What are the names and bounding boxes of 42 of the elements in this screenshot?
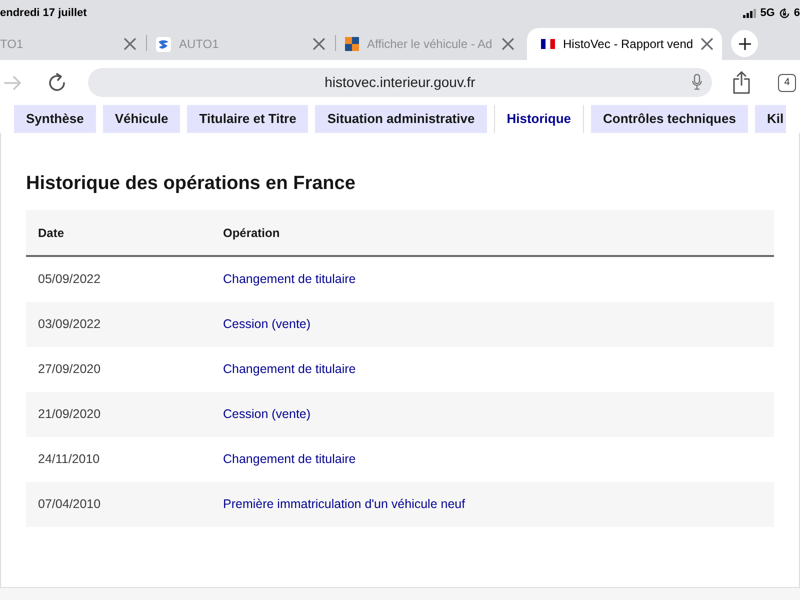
close-icon[interactable] — [124, 38, 136, 50]
checkered-squares-icon — [345, 37, 359, 51]
address-bar[interactable]: histovec.interieur.gouv.fr — [88, 68, 712, 97]
nav-tab[interactable]: Contrôles techniques — [591, 105, 748, 133]
nav-tab[interactable]: Historique — [494, 105, 584, 133]
logo-icon — [156, 36, 171, 52]
microphone-icon[interactable] — [692, 74, 702, 90]
close-icon[interactable] — [502, 38, 514, 50]
flag-icon — [541, 39, 555, 49]
new-tab-button[interactable] — [731, 30, 758, 57]
table-cell-text: Changement de titulaire — [223, 271, 356, 288]
table-cell-text: Changement de titulaire — [223, 361, 356, 378]
table-cell-text: Changement de titulaire — [223, 451, 356, 468]
table-cell-text: Cession (vente) — [223, 316, 311, 334]
table-cell-text: 27/09/2020 — [37, 361, 102, 378]
nav-tab[interactable]: Kil — [754, 105, 786, 133]
close-icon[interactable] — [701, 38, 714, 50]
network-label: 5G — [760, 6, 775, 21]
reload-icon[interactable] — [47, 72, 67, 92]
close-icon[interactable] — [313, 38, 325, 50]
tab-count-button[interactable]: 4 — [778, 74, 796, 92]
column-header: Opération — [223, 224, 280, 242]
nav-tab[interactable]: Véhicule — [102, 105, 180, 133]
rotation-lock-icon — [778, 8, 790, 18]
signal-icon — [743, 8, 756, 18]
nav-tab[interactable]: Titulaire et Titre — [187, 105, 308, 133]
table-cell-text: Première immatriculation d'un véhicule neuf — [223, 496, 466, 514]
nav-tab[interactable]: Synthèse — [14, 105, 96, 133]
table-cell-text: Cession (vente) — [223, 406, 311, 424]
status-date: endredi 17 juillet — [0, 6, 87, 21]
table-cell-text: 07/04/2010 — [37, 496, 102, 514]
table-cell-text: 05/09/2022 — [37, 271, 102, 288]
table-cell-text: 21/09/2020 — [37, 406, 102, 424]
battery-percentage: 6 — [794, 6, 800, 21]
plus-icon — [738, 38, 750, 50]
column-header: Date — [37, 224, 66, 242]
browser-tab[interactable]: HistoVec - Rapport vend — [527, 28, 722, 60]
table-cell-text: 24/11/2010 — [37, 451, 101, 468]
section-title: Historique des opérations en France — [26, 172, 356, 196]
nav-tab[interactable]: Situation administrative — [315, 105, 487, 133]
table-cell-text: 03/09/2022 — [37, 316, 102, 334]
share-icon[interactable] — [733, 71, 750, 94]
